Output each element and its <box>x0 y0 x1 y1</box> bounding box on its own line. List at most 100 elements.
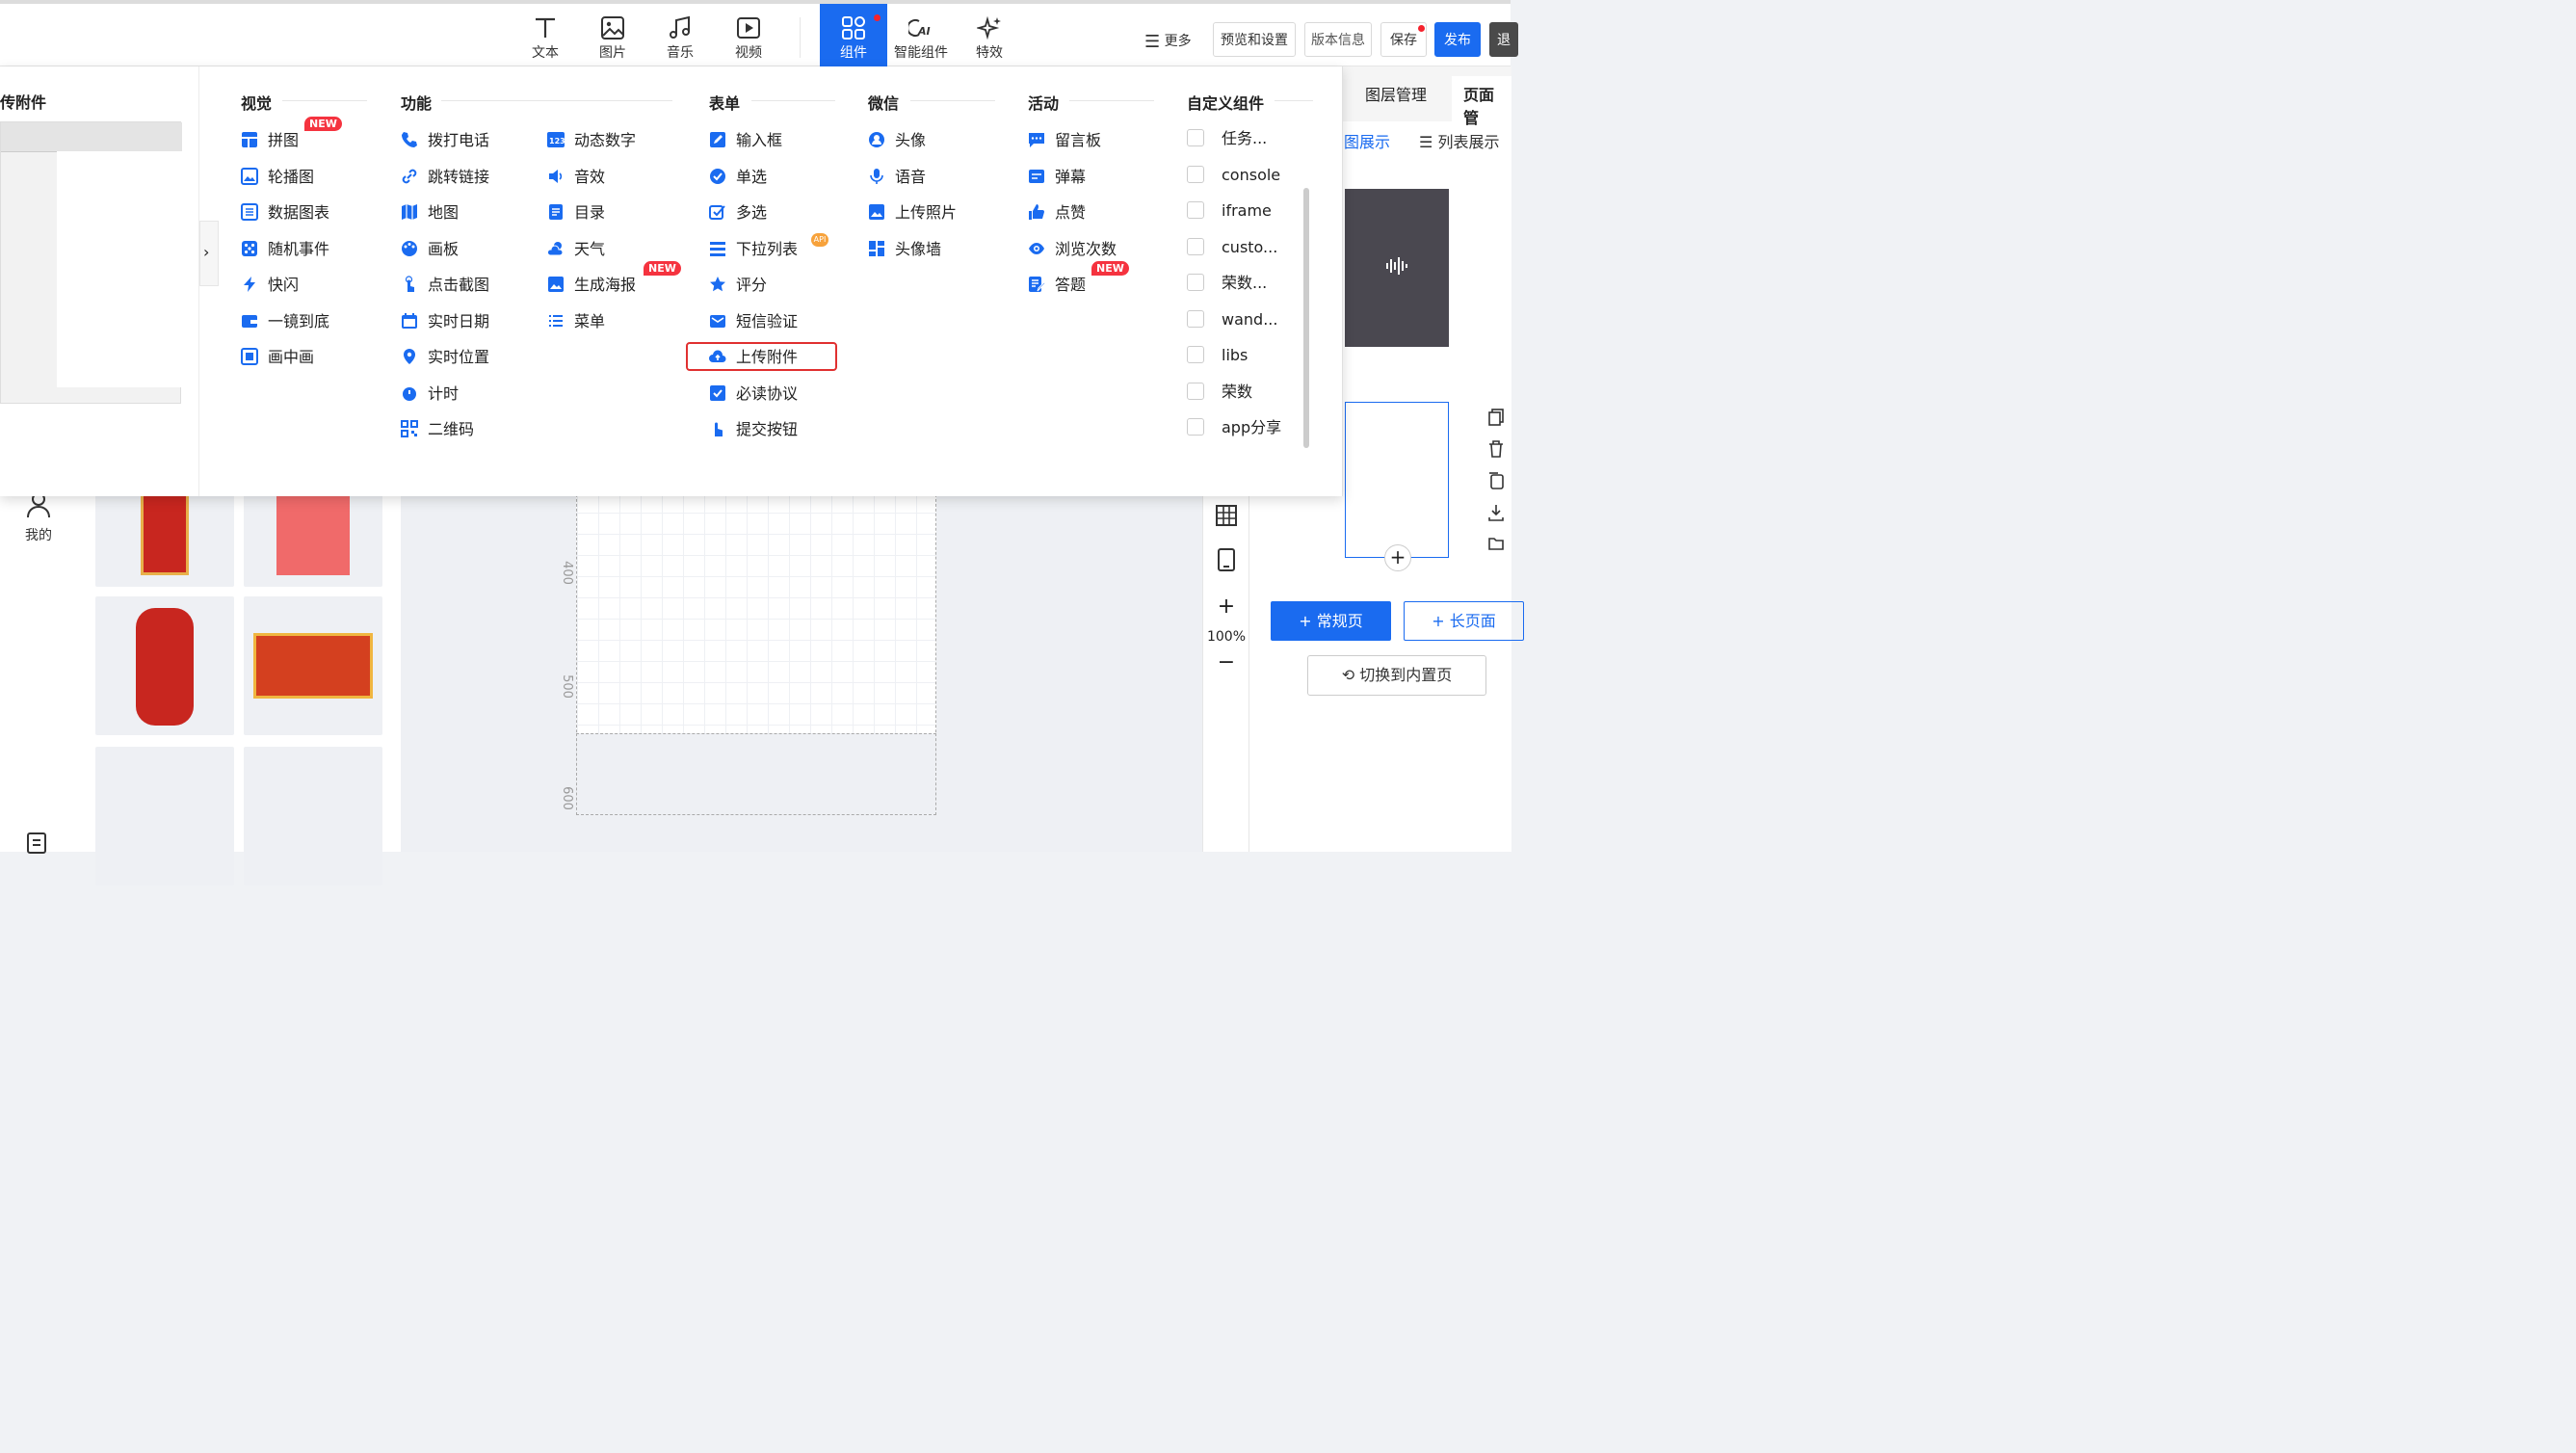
custom-component-2[interactable]: console <box>1187 163 1280 188</box>
custom-component-8[interactable]: 荣数 <box>1187 380 1252 405</box>
grid-icon[interactable] <box>1216 505 1237 526</box>
checkbox[interactable] <box>1187 383 1204 400</box>
component-map[interactable]: 地图 <box>401 200 459 225</box>
component-carousel[interactable]: 轮播图 <box>241 165 314 190</box>
component-label: 随机事件 <box>268 240 330 258</box>
nav-item-mine[interactable]: 我的 <box>0 490 77 544</box>
component-dropdown-list[interactable]: 下拉列表 API <box>709 233 828 262</box>
zoom-out-button[interactable]: − <box>1203 650 1249 674</box>
components-tool-button[interactable]: 组件 <box>820 4 887 70</box>
music-tool-button[interactable]: 音乐 <box>646 10 714 70</box>
custom-component-1[interactable]: 任务... <box>1187 126 1267 151</box>
view-list-toggle[interactable]: ☰ 列表展示 <box>1419 129 1499 152</box>
page-thumbnail-2[interactable] <box>1345 402 1449 558</box>
component-weather[interactable]: 天气 <box>547 237 605 262</box>
menu-icon <box>549 315 563 327</box>
publish-button[interactable]: 发布 <box>1434 22 1481 57</box>
video-tool-button[interactable]: 视频 <box>715 10 782 70</box>
save-label: 保存 <box>1390 33 1417 48</box>
component-danmaku[interactable]: 弹幕 <box>1028 165 1086 190</box>
mobile-preview-icon[interactable] <box>1218 548 1235 571</box>
image-tool-button[interactable]: 图片 <box>579 10 646 70</box>
duplicate-icon[interactable] <box>1488 472 1504 489</box>
effects-tool-button[interactable]: 特效 <box>956 10 1023 70</box>
component-data-chart[interactable]: 数据图表 <box>241 200 329 225</box>
checkbox[interactable] <box>1187 201 1204 219</box>
component-submit-button[interactable]: 提交按钮 <box>709 417 798 442</box>
clipboard-icon[interactable] <box>25 831 48 854</box>
template-thumb-6[interactable] <box>244 747 382 885</box>
custom-list-scrollbar[interactable] <box>1303 188 1309 448</box>
add-page-plus-button[interactable]: + <box>1384 544 1411 571</box>
component-click-screenshot[interactable]: 点击截图 <box>401 273 489 298</box>
component-picture-in-picture[interactable]: 画中画 <box>241 345 314 370</box>
component-like[interactable]: 点赞 <box>1028 200 1086 225</box>
component-avatar-wall[interactable]: 头像墙 <box>868 237 941 262</box>
add-long-page-button[interactable]: + 长页面 <box>1404 601 1524 641</box>
component-menu[interactable]: 菜单 <box>547 309 605 334</box>
trash-icon[interactable] <box>1488 440 1504 458</box>
custom-component-7[interactable]: libs <box>1187 343 1248 368</box>
checkbox[interactable] <box>1187 274 1204 291</box>
checkbox[interactable] <box>1187 129 1204 146</box>
switch-builtin-page-button[interactable]: ⟲ 切换到内置页 <box>1307 655 1486 696</box>
page-thumbnail-1[interactable] <box>1345 189 1449 347</box>
text-tool-button[interactable]: 文本 <box>512 10 579 70</box>
exit-button[interactable]: 退 <box>1489 22 1518 57</box>
add-normal-page-button[interactable]: + 常规页 <box>1271 601 1391 641</box>
component-view-count[interactable]: 浏览次数 <box>1028 237 1117 262</box>
component-catalog[interactable]: 目录 <box>547 200 605 225</box>
component-sound-effect[interactable]: 音效 <box>547 165 605 190</box>
ai-components-tool-button[interactable]: AI 智能组件 <box>887 10 955 70</box>
custom-component-9[interactable]: app分享 <box>1187 415 1281 440</box>
download-icon[interactable] <box>1488 504 1504 521</box>
component-qr-code[interactable]: 二维码 <box>401 417 474 442</box>
version-info-button[interactable]: 版本信息 <box>1304 22 1372 57</box>
component-rating[interactable]: 评分 <box>709 273 767 298</box>
tab-pages[interactable]: 页面管 <box>1452 76 1511 134</box>
component-input-box[interactable]: 输入框 <box>709 128 782 153</box>
component-upload-photo[interactable]: 上传照片 <box>868 200 957 225</box>
zoom-in-button[interactable]: + <box>1203 594 1249 619</box>
preview-settings-button[interactable]: 预览和设置 <box>1213 22 1296 57</box>
component-generate-poster[interactable]: 生成海报 NEW <box>547 261 681 298</box>
component-dynamic-number[interactable]: 123 动态数字 <box>547 128 636 153</box>
template-thumb-5[interactable] <box>95 747 234 885</box>
component-realtime-location[interactable]: 实时位置 <box>401 345 489 370</box>
custom-component-4[interactable]: custo... <box>1187 235 1277 260</box>
expand-preview-button[interactable]: › <box>199 221 219 286</box>
tab-layers[interactable]: 图层管理 <box>1365 82 1427 105</box>
component-random-event[interactable]: 随机事件 <box>241 237 329 262</box>
checkbox[interactable] <box>1187 346 1204 363</box>
view-grid-toggle[interactable]: 图展示 <box>1344 129 1390 152</box>
folder-icon[interactable] <box>1488 536 1504 551</box>
component-flash[interactable]: 快闪 <box>241 273 299 298</box>
component-multi-choice[interactable]: 多选 <box>709 200 767 225</box>
component-single-choice[interactable]: 单选 <box>709 165 767 190</box>
copy-icon[interactable] <box>1488 409 1504 426</box>
checkbox[interactable] <box>1187 418 1204 436</box>
component-message-board[interactable]: 留言板 <box>1028 128 1101 153</box>
component-phone-call[interactable]: 拨打电话 <box>401 128 489 153</box>
checkbox[interactable] <box>1187 238 1204 255</box>
component-required-agreement[interactable]: 必读协议 <box>709 382 798 407</box>
component-avatar[interactable]: 头像 <box>868 128 926 153</box>
custom-component-5[interactable]: 荣数... <box>1187 271 1267 296</box>
template-thumb-4[interactable] <box>244 596 382 735</box>
component-sms-verify[interactable]: 短信验证 <box>709 309 798 334</box>
checkbox[interactable] <box>1187 166 1204 183</box>
component-drawing-board[interactable]: 画板 <box>401 237 459 262</box>
checkbox[interactable] <box>1187 310 1204 328</box>
component-timer[interactable]: 计时 <box>401 382 459 407</box>
component-one-take[interactable]: 一镜到底 <box>241 309 329 334</box>
save-button[interactable]: 保存 <box>1380 22 1427 57</box>
component-puzzle[interactable]: 拼图 NEW <box>241 117 342 153</box>
more-menu-button[interactable]: ☰ 更多 <box>1144 31 1192 52</box>
custom-component-6[interactable]: wand... <box>1187 307 1277 332</box>
component-jump-link[interactable]: 跳转链接 <box>401 165 489 190</box>
component-quiz[interactable]: 答题 NEW <box>1028 261 1129 298</box>
component-voice[interactable]: 语音 <box>868 165 926 190</box>
template-thumb-3[interactable] <box>95 596 234 735</box>
custom-component-3[interactable]: iframe <box>1187 198 1272 224</box>
component-realtime-date[interactable]: 实时日期 <box>401 309 489 334</box>
